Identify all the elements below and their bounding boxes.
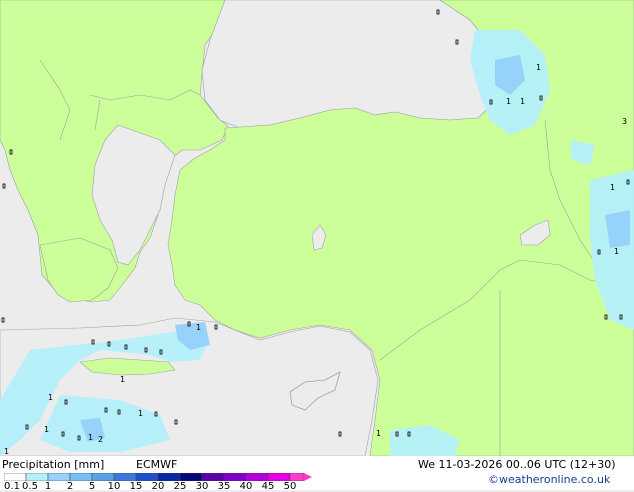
rain-label: 1 bbox=[196, 323, 201, 332]
rain-label: 1 bbox=[48, 393, 53, 402]
color-scale bbox=[4, 473, 312, 481]
scale-tick-label: 40 bbox=[239, 481, 253, 492]
scale-tick-label: 35 bbox=[217, 481, 231, 492]
credit-link[interactable]: ©weatheronline.co.uk bbox=[488, 473, 610, 486]
rain-label: 1 bbox=[520, 97, 525, 106]
scale-tick-label: 10 bbox=[107, 481, 121, 492]
scale-swatch bbox=[91, 473, 115, 481]
scale-swatch bbox=[179, 473, 203, 481]
scale-tick-label: 2 bbox=[66, 481, 74, 492]
scale-swatch bbox=[289, 473, 305, 481]
scale-tick-label: 0.5 bbox=[22, 481, 38, 492]
scale-tick-label: 1 bbox=[44, 481, 52, 492]
rain-label: 1 bbox=[610, 183, 615, 192]
legend-title: Precipitation [mm] bbox=[2, 458, 105, 471]
rain-label: 1 bbox=[120, 375, 125, 384]
scale-tick-label: 50 bbox=[283, 481, 297, 492]
scale-swatch bbox=[135, 473, 159, 481]
rain-label: 1 bbox=[44, 425, 49, 434]
scale-swatch bbox=[157, 473, 181, 481]
rain-label: 1 bbox=[88, 433, 93, 442]
scale-swatch bbox=[245, 473, 269, 481]
rain-label: 1 bbox=[536, 63, 541, 72]
scale-arrow bbox=[304, 473, 312, 481]
rain-label: 1 bbox=[376, 429, 381, 438]
scale-swatch bbox=[113, 473, 137, 481]
scale-swatch bbox=[201, 473, 225, 481]
scale-swatch bbox=[4, 473, 27, 481]
rain-label: 1 bbox=[506, 97, 511, 106]
scale-tick-label: 0.1 bbox=[4, 481, 20, 492]
rain-label: 1 bbox=[4, 447, 9, 456]
legend-model: ECMWF bbox=[136, 458, 178, 471]
scale-swatch bbox=[223, 473, 247, 481]
legend-datetime: We 11-03-2026 00..06 UTC (12+30) bbox=[418, 458, 616, 471]
scale-tick-label: 5 bbox=[88, 481, 96, 492]
scale-tick-label: 20 bbox=[151, 481, 165, 492]
scale-swatch bbox=[69, 473, 93, 481]
rain-label: 3 bbox=[622, 117, 627, 126]
rain-label: 1 bbox=[614, 247, 619, 256]
scale-tick-label: 45 bbox=[261, 481, 275, 492]
scale-swatch bbox=[267, 473, 291, 481]
scale-tick-label: 30 bbox=[195, 481, 209, 492]
scale-swatch bbox=[25, 473, 49, 481]
rain-label: 2 bbox=[98, 435, 103, 444]
rain-label: 1 bbox=[138, 409, 143, 418]
weather-map: 1 1 1 1 1 1 1 1 1 1 1 1 1 2 3 bbox=[0, 0, 634, 490]
scale-swatch bbox=[47, 473, 71, 481]
scale-tick-label: 25 bbox=[173, 481, 187, 492]
scale-tick-label: 15 bbox=[129, 481, 143, 492]
